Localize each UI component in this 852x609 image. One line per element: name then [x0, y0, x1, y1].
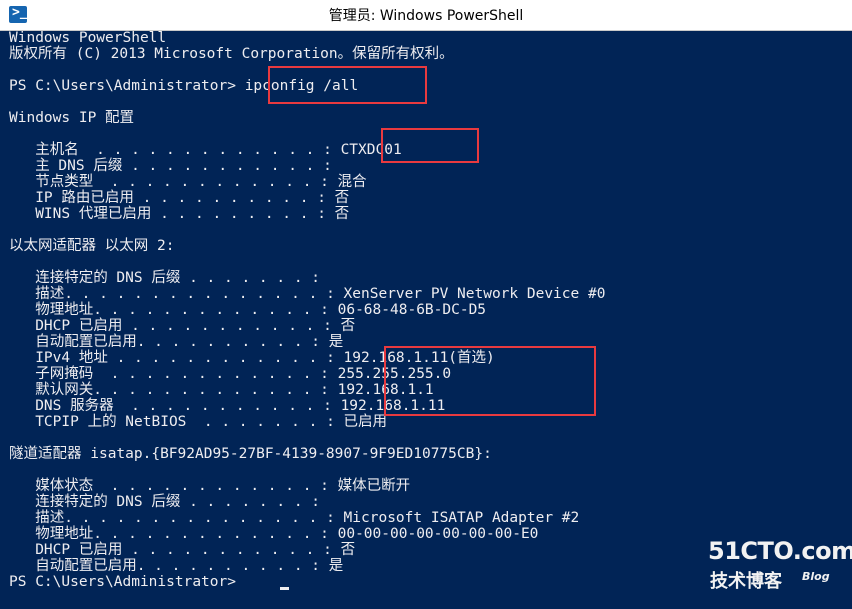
console-line-tun-physical-address: 物理地址. . . . . . . . . . . . . : 00-00-00… [9, 526, 539, 542]
console-line-ip-routing: IP 路由已启用 . . . . . . . . . . : 否 [9, 190, 350, 206]
command-highlight-box [268, 66, 427, 104]
site-watermark: 51CTO.com 技术博客 Blog [706, 537, 852, 593]
console-line-eth-autoconfig: 自动配置已启用. . . . . . . . . . : 是 [9, 334, 344, 350]
console-line-tun-dns-suffix: 连接特定的 DNS 后缀 . . . . . . . : [9, 494, 321, 510]
title-bar: >_ 管理员: Windows PowerShell [0, 0, 852, 31]
console-line-eth-dns-suffix: 连接特定的 DNS 后缀 . . . . . . . : [9, 270, 321, 286]
console-line-eth-dhcp: DHCP 已启用 . . . . . . . . . . . : 否 [9, 318, 356, 334]
console-line-tun-description: 描述. . . . . . . . . . . . . . . : Micros… [9, 510, 580, 526]
console-line-tun-media-state: 媒体状态 . . . . . . . . . . . . : 媒体已断开 [9, 478, 411, 494]
console-line-host-name: 主机名 . . . . . . . . . . . . . : CTXDC01 [9, 142, 402, 158]
console-line-eth-physical-address: 物理地址. . . . . . . . . . . . . : 06-68-48… [9, 302, 487, 318]
console-line-eth-dns-servers: DNS 服务器 . . . . . . . . . . . : 192.168.… [9, 398, 446, 414]
console-line-prompt: PS C:\Users\Administrator> [9, 574, 245, 590]
watermark-blog-text: Blog [802, 570, 830, 583]
console-line-wins-proxy: WINS 代理已启用 . . . . . . . . . : 否 [9, 206, 350, 222]
console-line-eth-default-gateway: 默认网关. . . . . . . . . . . . . : 192.168.… [9, 382, 434, 398]
hostname-highlight-box [381, 128, 479, 163]
console-line-eth-netbios: TCPIP 上的 NetBIOS . . . . . . . : 已启用 [9, 414, 388, 430]
ip-settings-highlight-box [384, 346, 596, 416]
text-cursor [280, 587, 289, 590]
console-line-ethernet-header: 以太网适配器 以太网 2: [9, 238, 175, 254]
watermark-logo-text: 51CTO.com [708, 537, 852, 565]
console-line-tun-dhcp: DHCP 已启用 . . . . . . . . . . . : 否 [9, 542, 356, 558]
console-line-tun-autoconfig: 自动配置已启用. . . . . . . . . . : 是 [9, 558, 344, 574]
console-line-tunnel-header: 隧道适配器 isatap.{BF92AD95-27BF-4139-8907-9F… [9, 446, 492, 462]
console-line-banner: Windows PowerShell [9, 30, 167, 46]
console-line-eth-description: 描述. . . . . . . . . . . . . . . : XenSer… [9, 286, 606, 302]
console-line-primary-dns-suffix: 主 DNS 后缀 . . . . . . . . . . . : [9, 158, 332, 174]
console-output[interactable]: Windows PowerShell 版权所有 (C) 2013 Microso… [0, 30, 852, 609]
watermark-sub-text: 技术博客 [710, 571, 782, 592]
window-title: 管理员: Windows PowerShell [328, 8, 524, 24]
console-line-node-type: 节点类型 . . . . . . . . . . . . : 混合 [9, 174, 367, 190]
console-line-ip-config-header: Windows IP 配置 [9, 110, 135, 126]
console-line-copyright: 版权所有 (C) 2013 Microsoft Corporation。保留所有… [9, 46, 454, 62]
